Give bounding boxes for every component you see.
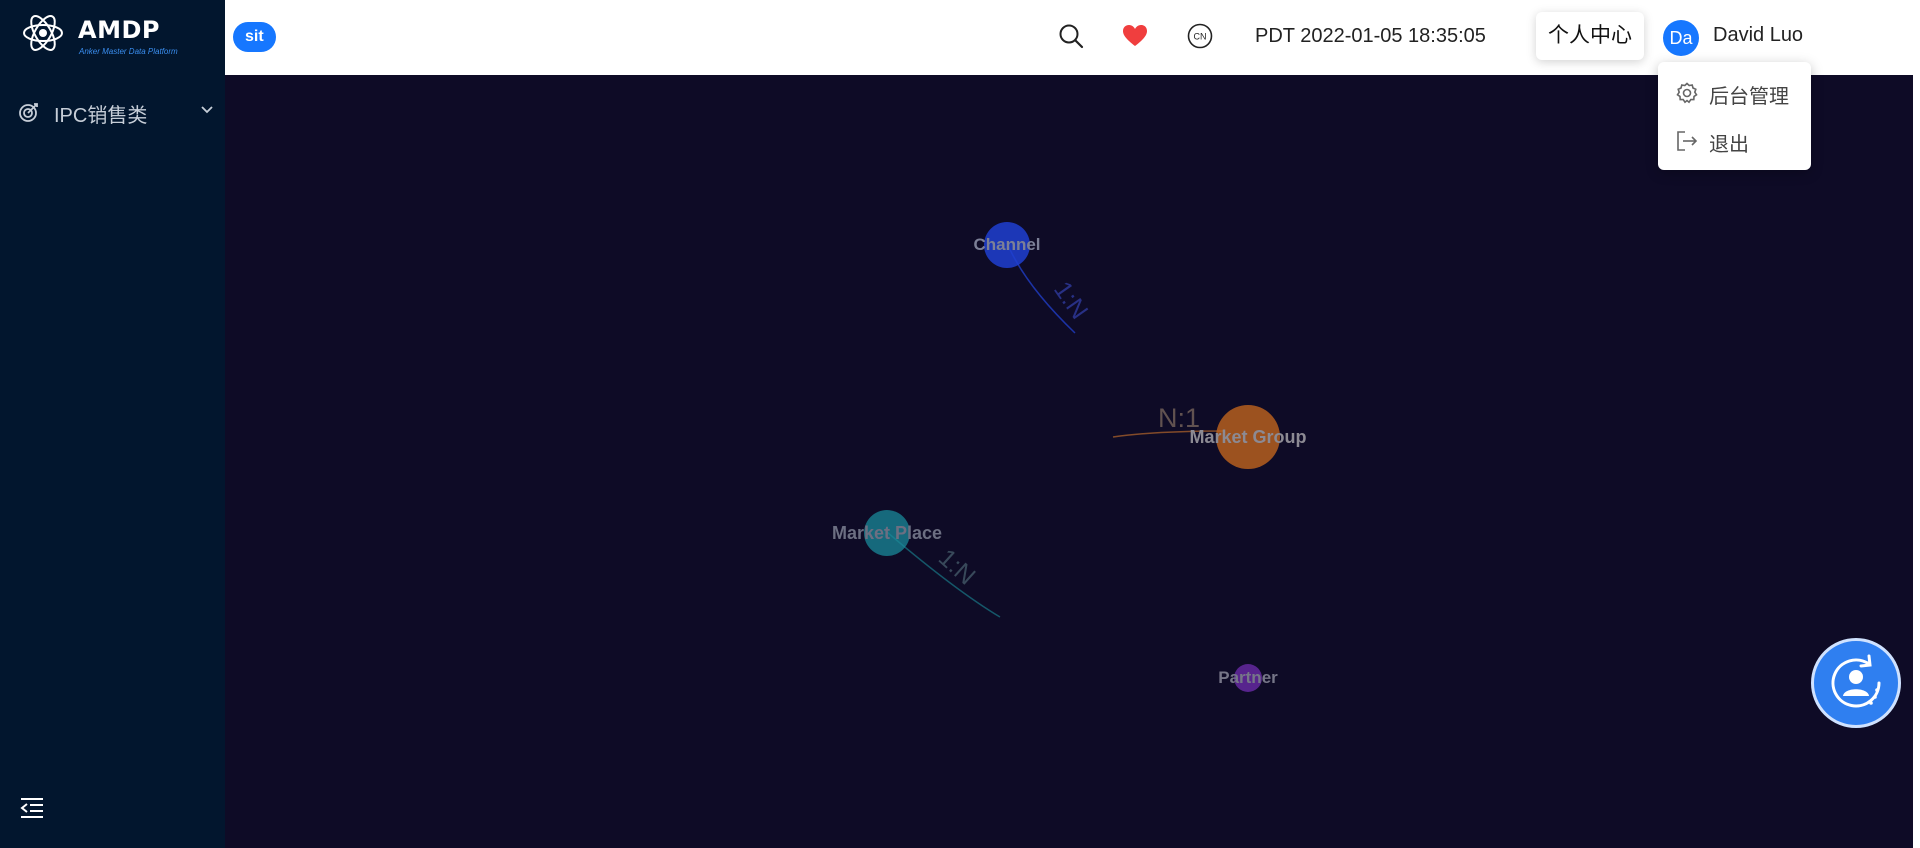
scrollbar-track[interactable]: [1913, 75, 1920, 848]
menu-fold-icon[interactable]: [20, 797, 44, 819]
sidebar-item-ipc-sales[interactable]: IPC销售类: [0, 88, 225, 134]
language-code: CN: [1194, 32, 1207, 42]
environment-badge: sit: [233, 22, 276, 52]
floating-assistant-button[interactable]: [1811, 638, 1901, 728]
logout-label: 退出: [1709, 134, 1749, 156]
graph-edge-label: 1:N: [1048, 276, 1093, 324]
app-logo[interactable]: AMDP Anker Master Data Platform: [22, 12, 222, 62]
entity-relationship-graph[interactable]: 1:N N:1 1:N Channel Market Group Market …: [225, 75, 1913, 848]
graph-node-label: Market Group: [1189, 427, 1306, 447]
admin-management-label: 后台管理: [1709, 86, 1789, 108]
graph-node-label: Partner: [1218, 668, 1278, 687]
atom-logo-icon: [23, 15, 63, 51]
graph-node-label: Market Place: [832, 523, 942, 543]
logo-subtitle: Anker Master Data Platform: [79, 47, 178, 56]
graph-node-channel[interactable]: Channel: [973, 222, 1041, 268]
avatar[interactable]: Da: [1663, 20, 1699, 56]
chevron-down-icon: [201, 106, 213, 114]
user-dropdown-menu: 后台管理 退出: [1658, 62, 1811, 170]
graph-node-partner[interactable]: Partner: [1218, 664, 1278, 692]
logo-title: AMDP: [78, 16, 160, 44]
user-name[interactable]: David Luo: [1713, 24, 1803, 47]
logout-item[interactable]: 退出: [1658, 120, 1811, 160]
sidebar-item-label: IPC销售类: [54, 105, 148, 127]
current-time: PDT 2022-01-05 18:35:05: [1255, 25, 1486, 47]
admin-management-item[interactable]: 后台管理: [1658, 72, 1811, 112]
graph-edge-label: 1:N: [933, 544, 981, 591]
target-icon: [19, 103, 38, 122]
graph-node-market-group[interactable]: Market Group: [1189, 405, 1307, 469]
logout-icon: [1677, 131, 1698, 151]
personal-center-tooltip: 个人中心: [1536, 12, 1644, 60]
graph-node-label: Channel: [973, 235, 1040, 254]
heart-icon[interactable]: [1122, 23, 1148, 49]
gear-icon: [1676, 82, 1698, 104]
user-sync-icon: [1831, 654, 1881, 708]
language-cn-icon[interactable]: CN: [1187, 23, 1213, 49]
sidebar: AMDP Anker Master Data Platform IPC销售类: [0, 0, 225, 848]
search-icon[interactable]: [1058, 23, 1084, 49]
graph-node-market-place[interactable]: Market Place: [832, 510, 942, 556]
